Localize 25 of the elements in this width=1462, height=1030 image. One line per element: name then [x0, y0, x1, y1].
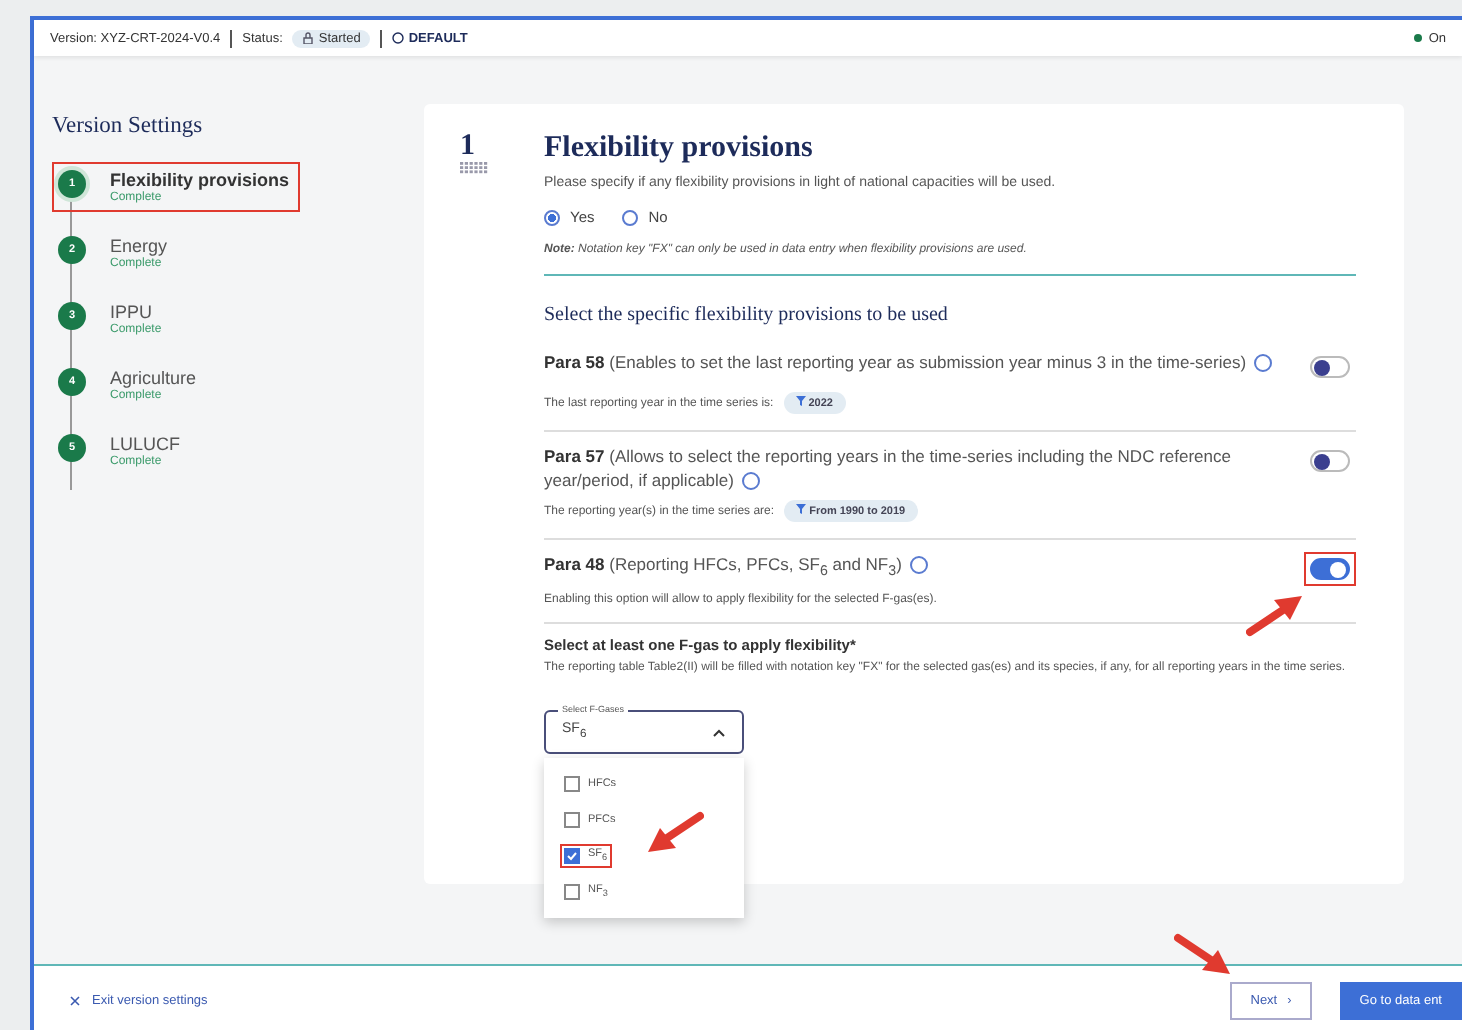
step-title: Flexibility provisions: [110, 170, 290, 191]
subsection-title: Select the specific flexibility provisions to be used: [544, 304, 950, 326]
provision-title: Para 57 (Allows to select the reporting years in the time-series including the NDC reference year/period, if applicable): [544, 444, 1233, 492]
step-title: IPPU: [110, 302, 155, 323]
step-title: LULUCF: [110, 434, 181, 455]
section-title: Flexibility provisions: [544, 132, 815, 166]
checkbox[interactable]: [564, 776, 580, 792]
close-icon: [70, 995, 80, 1005]
grid-icon: [460, 162, 488, 174]
page-title: Version Settings: [52, 114, 205, 138]
toggle-switch[interactable]: [1310, 356, 1350, 378]
toggle-switch[interactable]: [1310, 450, 1350, 472]
step-title: Agriculture: [110, 368, 197, 389]
lock-icon: [302, 32, 315, 44]
filter-icon: [795, 396, 806, 406]
checkbox[interactable]: [564, 848, 580, 864]
section-number: 1: [460, 132, 475, 162]
provision-title: Para 48 (Reporting HFCs, PFCs, SF$_{6}$ and NF$_{3}$): [544, 552, 1288, 584]
step-title: Energy: [110, 236, 168, 257]
checkbox[interactable]: [564, 812, 580, 828]
status-dot: [1414, 34, 1423, 42]
provision-title: Para 58 (Enables to set the last reporting year as submission year minus 3 in the time-series): [544, 350, 1288, 374]
filter-icon: [796, 504, 807, 514]
toggle-switch[interactable]: [1310, 558, 1350, 580]
checkbox[interactable]: [564, 884, 580, 900]
